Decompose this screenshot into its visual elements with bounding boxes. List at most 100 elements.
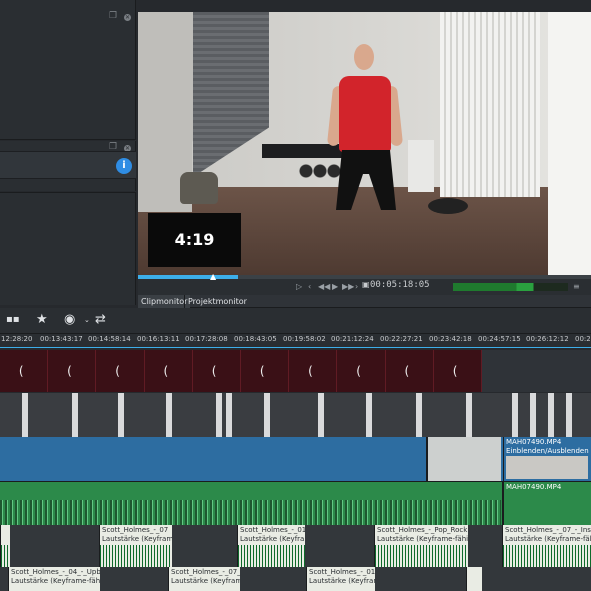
clip-thumbnail[interactable] bbox=[72, 393, 78, 437]
clip-thumbnail[interactable] bbox=[366, 393, 372, 437]
float-panel-icon[interactable]: ❐ bbox=[109, 11, 117, 21]
ruler-label: 00:24:57:15 bbox=[478, 335, 521, 343]
video-frame-balance-pad bbox=[428, 198, 468, 214]
audio-clip[interactable]: Scott_Holmes_-_07_- Lautstärke (Keyframe… bbox=[168, 567, 240, 591]
tab-projektmonitor[interactable]: Projektmonitor bbox=[184, 295, 250, 308]
video-track-3[interactable]: MAH07490.MP4 Einblenden/Ausblenden bbox=[0, 437, 591, 481]
video-frame-door bbox=[548, 12, 591, 275]
zone-icon[interactable]: ▣ bbox=[362, 280, 370, 289]
audio-clip[interactable]: Scott_Holmes_-_01 Lautstärke (Keyframe-f… bbox=[237, 525, 305, 567]
clip-thumbnail[interactable] bbox=[566, 393, 572, 437]
left-panel-top: ❐ ✕ bbox=[0, 0, 136, 140]
clip-effect: Lautstärke (Keyframe-fähig) bbox=[240, 535, 305, 543]
playhead-marker-icon: ▲ bbox=[210, 272, 217, 281]
clip-name: Scott_Holmes_-_01_- bbox=[309, 568, 375, 576]
title-clip[interactable]: ( bbox=[48, 350, 97, 392]
clip-effect: Lautstärke (Keyframe-fähig) bbox=[377, 535, 468, 543]
ruler-label: 00:17:28:08 bbox=[185, 335, 228, 343]
video-frame-person-head bbox=[354, 44, 374, 70]
video-track-1[interactable]: ( ( ( ( ( ( ( ( ( ( bbox=[0, 350, 591, 392]
audio-track-2[interactable]: Scott_Holmes_-_07 Lautstärke (Keyframe-f… bbox=[0, 525, 591, 567]
audio-level-meter bbox=[453, 283, 568, 291]
audio-waveform bbox=[0, 500, 501, 526]
clip-thumbnail[interactable] bbox=[416, 393, 422, 437]
clip-effect: Lautstärke (Keyframe-fähig) bbox=[102, 535, 172, 543]
razor-icon[interactable]: ▪▪ bbox=[6, 314, 20, 325]
audio-clip[interactable] bbox=[466, 567, 482, 591]
audio-clip[interactable]: Scott_Holmes_-_01_- Lautstärke (Keyframe… bbox=[306, 567, 375, 591]
tab-clipmonitor[interactable]: Clipmonitor bbox=[138, 295, 191, 308]
video-clip-thumbnail[interactable] bbox=[426, 437, 501, 481]
ruler-label: 00:26:12:12 bbox=[526, 335, 569, 343]
video-frame-radiator bbox=[440, 12, 540, 197]
title-clip[interactable]: ( bbox=[96, 350, 145, 392]
clip-thumbnail[interactable] bbox=[166, 393, 172, 437]
audio-waveform bbox=[375, 545, 468, 567]
audio-clip[interactable]: MAH07490.MP4 bbox=[502, 482, 591, 526]
audio-waveform bbox=[100, 545, 172, 567]
title-clip[interactable]: ( bbox=[289, 350, 338, 392]
clip-thumbnail[interactable] bbox=[264, 393, 270, 437]
clip-thumbnail[interactable] bbox=[226, 393, 232, 437]
rewind-icon[interactable]: ◀◀ bbox=[318, 282, 330, 291]
audio-track-3[interactable]: Scott_Holmes_-_04_-_Upbe Lautstärke (Key… bbox=[0, 567, 591, 591]
video-monitor[interactable]: 4:19 bbox=[138, 12, 591, 275]
play-icon[interactable]: ▷ bbox=[296, 282, 302, 291]
audio-track-1[interactable]: MAH07490.MP4 bbox=[0, 481, 591, 526]
audio-clip[interactable]: Scott_Holmes_-_07 Lautstärke (Keyframe-f… bbox=[99, 525, 172, 567]
clip-name: MAH07490.MP4 bbox=[506, 438, 562, 446]
clip-thumbnail[interactable] bbox=[118, 393, 124, 437]
play-icon[interactable]: ▶ bbox=[332, 282, 338, 291]
ruler-label: 00:13:43:17 bbox=[40, 335, 83, 343]
star-icon[interactable]: ★ bbox=[36, 312, 48, 327]
chevron-down-icon[interactable]: ⌄ bbox=[84, 316, 90, 324]
left-panel-bottom bbox=[0, 192, 136, 305]
title-clip[interactable]: ( bbox=[192, 350, 242, 392]
timeline-toolbar: ▪▪ ★ ◉ ⌄ ⇄ bbox=[0, 308, 591, 334]
clip-thumbnail[interactable] bbox=[548, 393, 554, 437]
audio-clip[interactable] bbox=[0, 525, 10, 567]
speed-icon[interactable]: ◉ bbox=[64, 312, 75, 327]
settings-icon[interactable]: ⇄ bbox=[95, 312, 106, 327]
audio-waveform bbox=[238, 545, 305, 567]
ruler-label: 00:19:58:02 bbox=[283, 335, 326, 343]
monitor-menu-icon[interactable]: ≡ bbox=[573, 282, 580, 291]
monitor-tabs: Clipmonitor Projektmonitor bbox=[138, 295, 591, 308]
video-frame-bench bbox=[262, 144, 348, 158]
clip-effect: Lautstärke (Keyframe-fähig) bbox=[309, 577, 375, 585]
video-frame-bag bbox=[180, 172, 218, 204]
clip-name: Scott_Holmes_-_07_-_Inspi bbox=[505, 526, 591, 534]
clip-thumbnail[interactable] bbox=[22, 393, 28, 437]
clip-thumbnail[interactable] bbox=[318, 393, 324, 437]
forward-icon[interactable]: ▶▶ bbox=[342, 282, 354, 291]
clip-thumbnail[interactable] bbox=[466, 393, 472, 437]
title-clip[interactable]: ( bbox=[0, 350, 49, 392]
audio-clip[interactable]: Scott_Holmes_-_07_-_Inspi Lautstärke (Ke… bbox=[502, 525, 591, 567]
title-clip[interactable]: ( bbox=[433, 350, 483, 392]
monitor-timecode[interactable]: 00:05:18:05 bbox=[370, 280, 430, 290]
audio-clip[interactable]: Scott_Holmes_-_04_-_Upbe Lautstärke (Key… bbox=[8, 567, 100, 591]
audio-clip[interactable]: Scott_Holmes_-_Pop_Rock.m Lautstärke (Ke… bbox=[374, 525, 468, 567]
video-frame-person-shirt bbox=[339, 76, 391, 152]
clip-effect: Einblenden/Ausblenden bbox=[506, 447, 589, 455]
ruler-label: 12:28:20 bbox=[1, 335, 33, 343]
clip-thumbnail[interactable] bbox=[512, 393, 518, 437]
ruler-label: 00:2 bbox=[575, 335, 591, 343]
title-clip[interactable]: ( bbox=[241, 350, 290, 392]
timeline-ruler[interactable]: 12:28:20 00:13:43:17 00:14:58:14 00:16:1… bbox=[0, 334, 591, 348]
video-track-2[interactable] bbox=[0, 393, 591, 437]
next-frame-icon[interactable]: › bbox=[355, 282, 358, 291]
title-clip[interactable]: ( bbox=[337, 350, 386, 392]
video-clip[interactable]: MAH07490.MP4 Einblenden/Ausblenden bbox=[503, 437, 591, 481]
title-clip[interactable]: ( bbox=[385, 350, 434, 392]
clip-thumbnail[interactable] bbox=[216, 393, 222, 437]
transport-bar: ▲ ▷ ‹ ◀◀ ▶ ▶▶ › ▣ 00:05:18:05 ≡ bbox=[138, 272, 591, 295]
play-zone-icon[interactable]: ‹ bbox=[308, 282, 311, 291]
overlay-timer: 4:19 bbox=[148, 213, 241, 267]
title-clip[interactable]: ( bbox=[144, 350, 193, 392]
monitor-scrubber-fill bbox=[138, 275, 238, 279]
clip-name: Scott_Holmes_-_04_-_Upbe bbox=[11, 568, 100, 576]
clip-thumbnail[interactable] bbox=[530, 393, 536, 437]
close-panel-icon[interactable]: ✕ bbox=[124, 14, 131, 21]
info-icon[interactable]: i bbox=[116, 158, 132, 174]
